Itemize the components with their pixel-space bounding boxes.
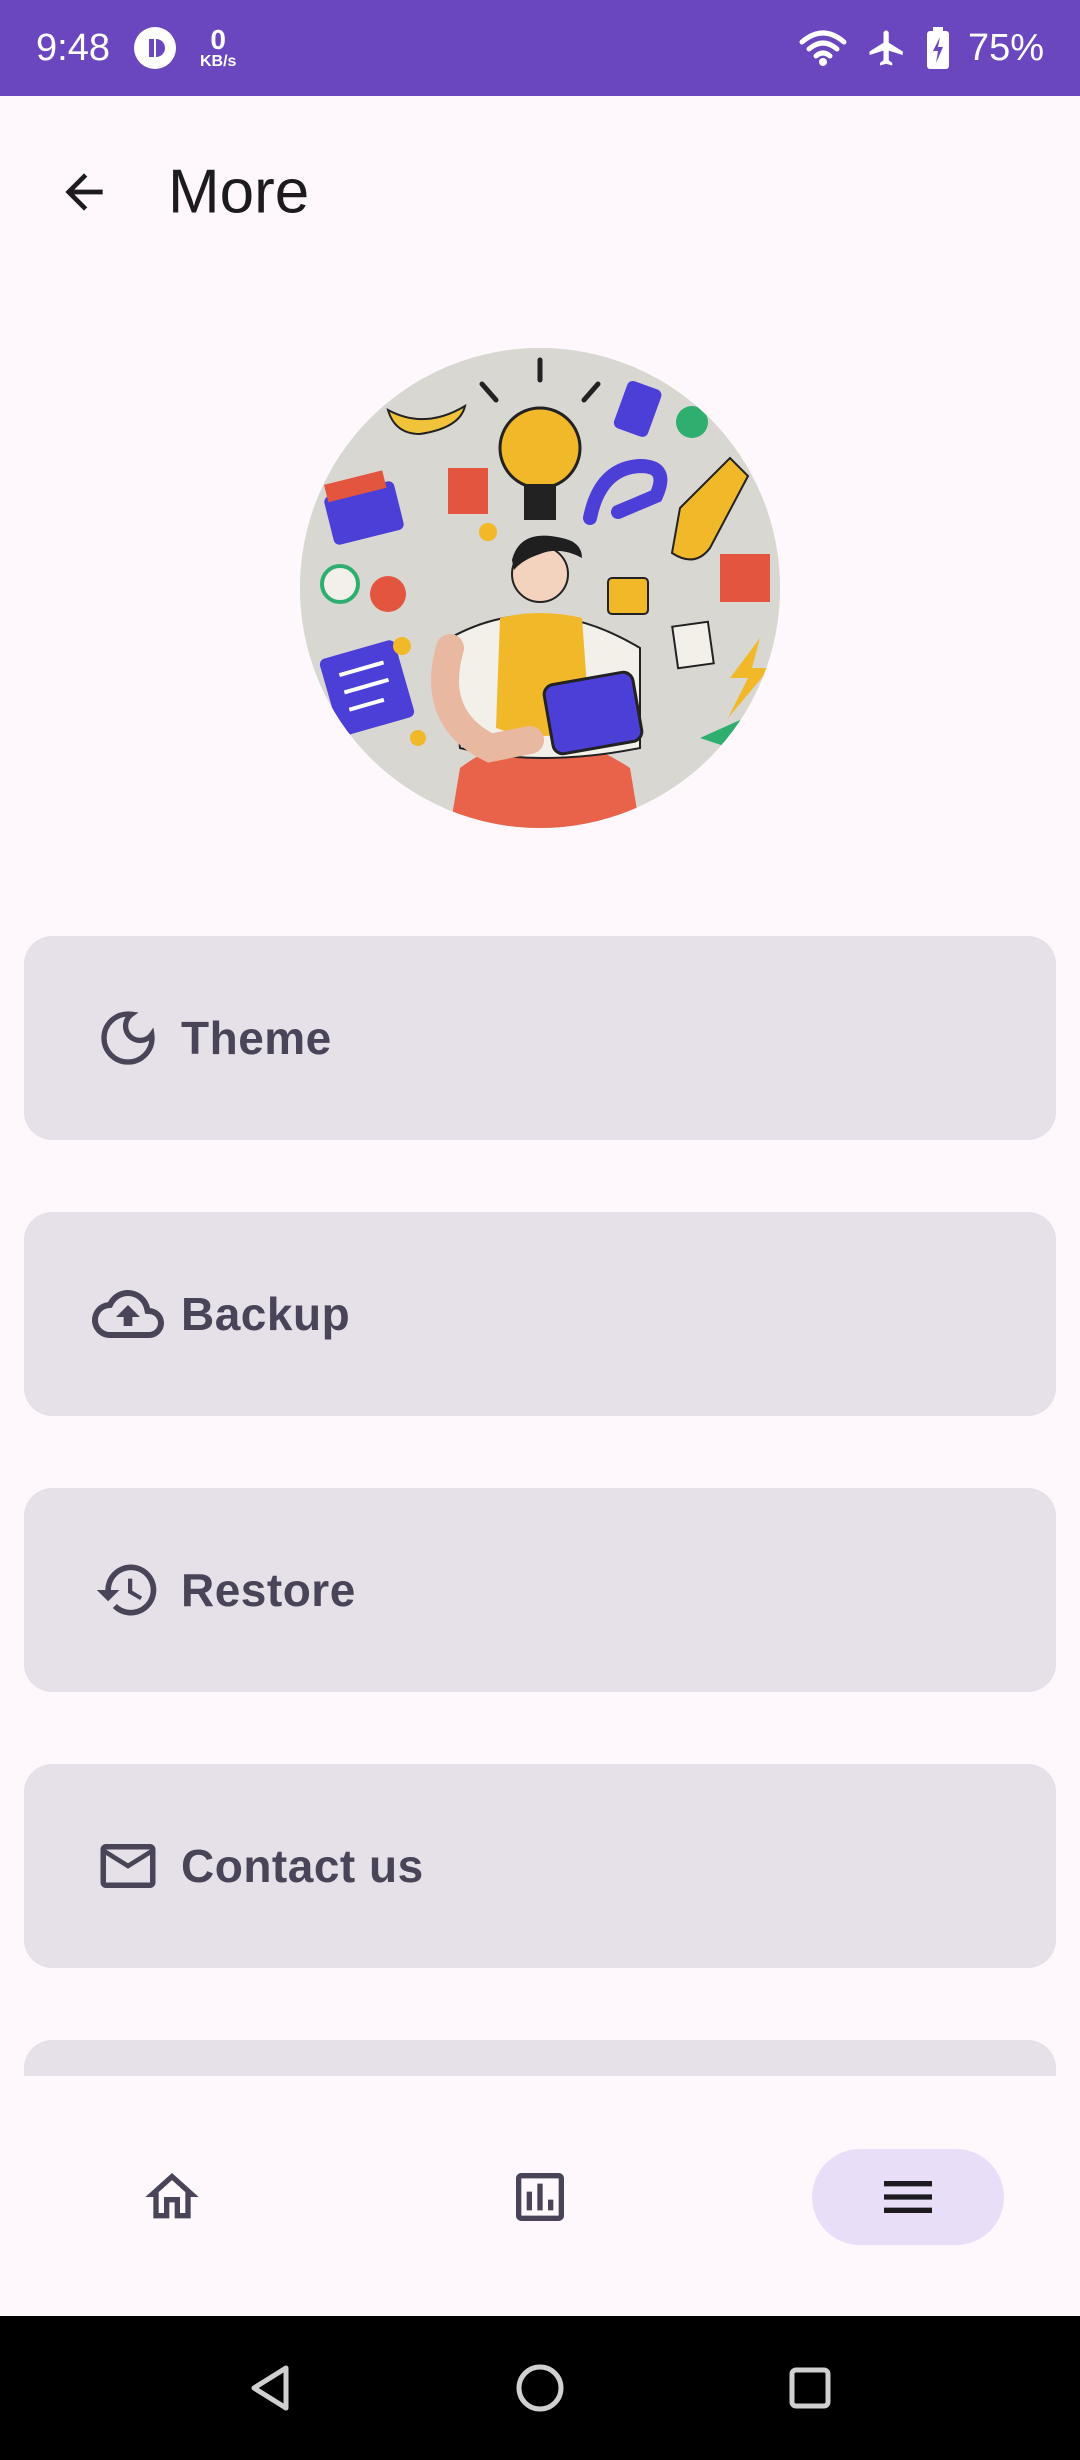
bottom-navigation (0, 2076, 1080, 2316)
status-right: 75% (798, 27, 1044, 70)
system-navigation-bar (0, 2316, 1080, 2460)
home-icon (145, 2173, 199, 2219)
nav-more[interactable] (812, 2149, 1004, 2245)
menu-item-label: Contact us (181, 1840, 424, 1892)
back-button[interactable] (44, 152, 124, 232)
hero-illustration (300, 348, 780, 828)
system-back-button[interactable] (225, 2343, 315, 2433)
menu-item-label: Theme (181, 1012, 332, 1064)
app-notification-icon (133, 27, 176, 69)
menu-item-partial[interactable] (24, 2040, 1056, 2076)
network-speed-unit: KB/s (199, 53, 237, 70)
top-app-bar: More (0, 96, 1080, 288)
home-circle-icon (516, 2364, 564, 2412)
menu-item-contact-us[interactable]: Contact us (24, 1764, 1056, 1968)
back-triangle-icon (251, 2365, 289, 2411)
system-home-button[interactable] (495, 2343, 585, 2433)
nav-home[interactable] (76, 2149, 268, 2245)
page-title: More (168, 157, 310, 227)
network-speed-value: 0 (210, 24, 226, 55)
recents-square-icon (789, 2367, 831, 2409)
status-left: 9:48 0 KB/s (36, 26, 236, 70)
bar-chart-icon (516, 2173, 564, 2221)
menu-item-label: Restore (181, 1564, 356, 1616)
menu-item-restore[interactable]: Restore (24, 1488, 1056, 1692)
menu-item-label: Backup (181, 1288, 351, 1340)
menu-icon (884, 2181, 932, 2213)
status-time: 9:48 (36, 26, 110, 69)
cloud-upload-icon (88, 1274, 168, 1354)
status-bar: 9:48 0 KB/s 75% (0, 0, 1080, 96)
battery-level: 75% (967, 26, 1044, 69)
nav-statistics[interactable] (444, 2149, 636, 2245)
airplane-mode-icon (866, 27, 908, 69)
battery-charging-icon (926, 27, 950, 69)
system-recents-button[interactable] (765, 2343, 855, 2433)
network-speed: 0 KB/s (200, 26, 236, 70)
history-icon (88, 1550, 168, 1630)
mail-icon (88, 1826, 168, 1906)
moon-icon (88, 998, 168, 1078)
wifi-icon (798, 28, 848, 68)
menu-item-theme[interactable]: Theme (24, 936, 1056, 1140)
menu-item-backup[interactable]: Backup (24, 1212, 1056, 1416)
arrow-back-icon (65, 173, 103, 211)
